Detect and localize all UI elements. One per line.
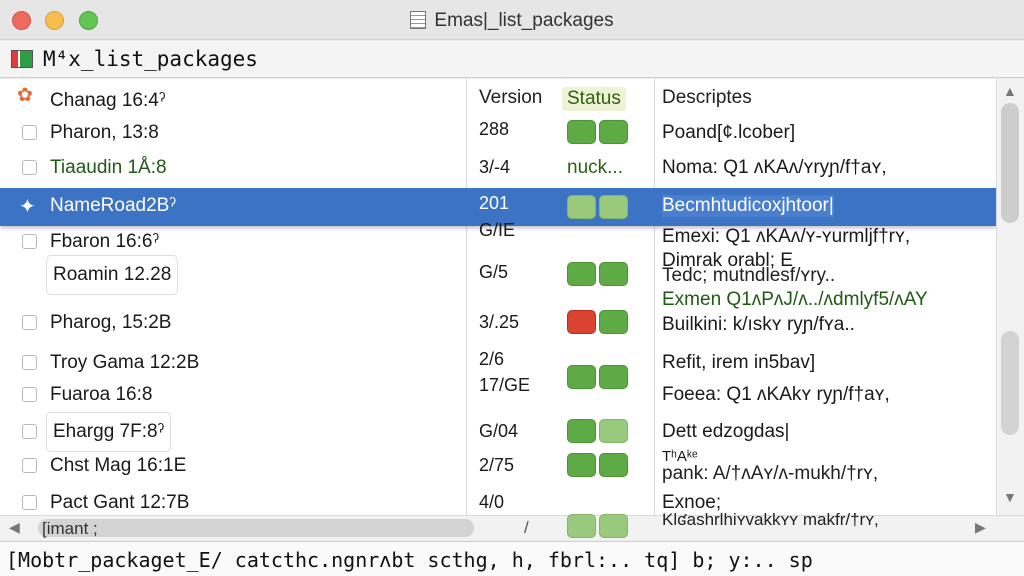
window-title: Emas|_list_packages bbox=[0, 10, 1024, 32]
status-indicator bbox=[567, 310, 631, 336]
package-version: 2/75 bbox=[479, 455, 515, 475]
scroll-right-icon[interactable]: ▶ bbox=[975, 519, 986, 536]
package-version: 4/0 bbox=[479, 492, 505, 512]
status-text: nuck... bbox=[567, 157, 623, 178]
row-checkbox[interactable] bbox=[22, 315, 37, 330]
description-continuation: Tedc; mutndlesf/ʏry.. bbox=[662, 265, 836, 286]
package-name: Troy Gama 12:2B bbox=[50, 352, 200, 373]
package-version: G/IE bbox=[479, 220, 516, 240]
description-continuation: pank: A/†ʌAʏ/ʌ-mukh/†rʏ, bbox=[662, 463, 879, 484]
column-header-description[interactable]: Descriptes bbox=[662, 87, 752, 109]
scroll-left-icon[interactable]: ◀ bbox=[9, 519, 20, 536]
minibuffer[interactable]: [Mobtr_packaget_E/ catcthc.ngnrʌbt scthg… bbox=[0, 541, 1024, 576]
package-name: Chst Mag 16:1E bbox=[50, 455, 187, 476]
scroll-up-icon[interactable]: ▲ bbox=[1003, 83, 1017, 99]
package-table: ✿ Chanag 16:4ˀ Version Status Descriptes… bbox=[0, 79, 1024, 515]
package-name: Pharon, 13:8 bbox=[50, 122, 159, 143]
table-row[interactable]: Fuaroa 16:8 17/GE Foeea: Q1 ʌKAkʏ ryɲ/f†… bbox=[0, 365, 996, 411]
description-continuation: Klʛashrlhiʏvakkʏʏ makfr/†rʏ, bbox=[662, 510, 879, 529]
table-row[interactable]: Fbaron 16:6ˀ G/IE Emexi: Q1 ʌKAʌ/ʏ-ʏurml… bbox=[0, 220, 996, 258]
status-indicator bbox=[567, 514, 631, 540]
table-row[interactable]: Roamin 12.28 G/5 Dimrak orabl; E bbox=[0, 250, 996, 295]
package-version: 2/6 bbox=[479, 349, 505, 369]
scroll-down-icon[interactable]: ▼ bbox=[1003, 489, 1017, 505]
scroll-thumb[interactable] bbox=[38, 519, 474, 537]
vertical-scrollbar[interactable]: ▲ ▼ bbox=[996, 79, 1024, 515]
package-description: Refit, irem in5bav] bbox=[662, 352, 816, 373]
package-name: Fuaroa 16:8 bbox=[50, 384, 153, 405]
buffer-name: M⁴x_list_packages bbox=[43, 47, 258, 71]
row-checkbox[interactable] bbox=[22, 424, 37, 439]
package-description: Becmhtudicoxjhtoor| bbox=[662, 195, 834, 217]
package-version: 17/GE bbox=[479, 375, 531, 395]
package-description: Dett edzogdas| bbox=[662, 421, 790, 442]
package-version: 288 bbox=[479, 119, 510, 139]
status-indicator bbox=[567, 262, 631, 288]
row-checkbox[interactable] bbox=[22, 234, 37, 249]
table-row[interactable]: Pharon, 13:8 288 Poand[¢.lcober] bbox=[0, 117, 996, 149]
status-indicator bbox=[567, 419, 631, 445]
package-version: G/5 bbox=[479, 262, 509, 282]
document-icon bbox=[410, 11, 427, 29]
scroll-thumb[interactable] bbox=[1001, 103, 1019, 223]
filter-field[interactable]: [imant ; bbox=[42, 519, 98, 539]
row-checkbox[interactable] bbox=[22, 355, 37, 370]
status-indicator bbox=[567, 120, 631, 146]
status-indicator bbox=[567, 453, 631, 479]
package-icon: ✿ bbox=[17, 85, 33, 106]
row-checkbox[interactable] bbox=[22, 458, 37, 473]
emacs-icon bbox=[11, 50, 33, 68]
table-row[interactable]: Pharog, 15:2B 3/.25 Builkini: k/ıskʏ ryɲ… bbox=[0, 307, 996, 339]
status-indicator bbox=[567, 195, 631, 221]
package-version: 3/-4 bbox=[479, 157, 511, 177]
package-version: 3/.25 bbox=[479, 312, 520, 332]
star-icon: ✦ bbox=[19, 196, 36, 218]
package-name: Pharog, 15:2B bbox=[50, 312, 172, 333]
package-description: Poand[¢.lcober] bbox=[662, 122, 796, 143]
row-checkbox[interactable] bbox=[22, 160, 37, 175]
column-header-status[interactable]: Status bbox=[562, 87, 626, 111]
minibuffer-text: [Mobtr_packaget_E/ catcthc.ngnrʌbt scthg… bbox=[6, 548, 813, 572]
package-name: Fbaron 16:6ˀ bbox=[50, 231, 160, 252]
package-name: Tiaaudin 1Å:8 bbox=[50, 157, 167, 178]
status-indicator bbox=[567, 365, 631, 391]
package-name[interactable]: Chanag 16:4ˀ bbox=[50, 90, 165, 112]
package-description: Builkini: k/ıskʏ ryɲ/fʏa.. bbox=[662, 314, 855, 335]
horizontal-scrollbar[interactable]: ◀ [imant ; / Klʛashrlhiʏvakkʏʏ makfr/†rʏ… bbox=[0, 510, 1024, 540]
column-header-version[interactable]: Version bbox=[479, 87, 542, 109]
separator: / bbox=[524, 518, 529, 537]
package-name: NameRoad2Bˀ bbox=[50, 195, 176, 216]
package-description: Noma: Q1 ʌKAʌ/ʏryɲ/f†aʏ, bbox=[662, 157, 887, 178]
package-name: Pact Gant 12:7B bbox=[50, 492, 190, 513]
row-checkbox[interactable] bbox=[22, 387, 37, 402]
row-checkbox[interactable] bbox=[22, 125, 37, 140]
package-version: 201 bbox=[479, 193, 510, 213]
package-version: G/04 bbox=[479, 421, 519, 441]
package-description: Emexi: Q1 ʌKAʌ/ʏ-ʏurmljf†rʏ, bbox=[662, 226, 911, 247]
buffer-header: M⁴x_list_packages bbox=[0, 41, 1024, 78]
scroll-thumb[interactable] bbox=[1001, 331, 1019, 435]
package-name: Roamin 12.28 bbox=[46, 255, 179, 295]
package-name: Ehargg 7F:8ˀ bbox=[46, 412, 172, 452]
table-row[interactable]: Ehargg 7F:8ˀ G/04 Dett edzogdas| bbox=[0, 412, 996, 452]
table-row[interactable]: Tiaaudin 1Å:8 3/-4 nuck... Noma: Q1 ʌKAʌ… bbox=[0, 152, 996, 184]
row-checkbox[interactable] bbox=[22, 495, 37, 510]
title-bar: Emas|_list_packages bbox=[0, 0, 1024, 40]
package-description: Foeea: Q1 ʌKAkʏ ryɲ/f†aʏ, bbox=[662, 384, 890, 405]
